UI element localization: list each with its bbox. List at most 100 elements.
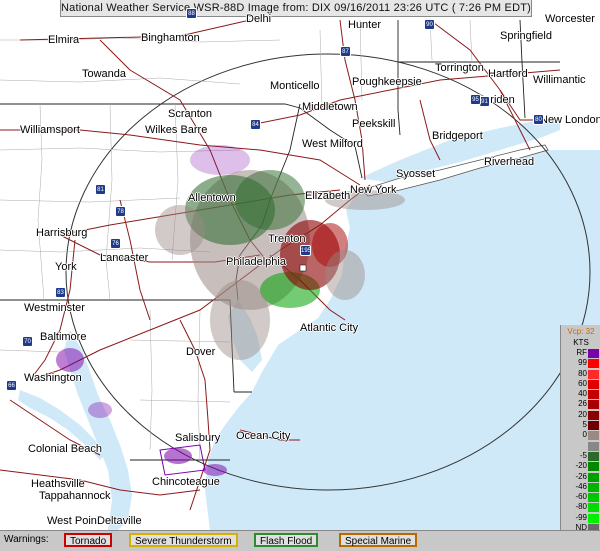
- highway-shield-icon: 70: [22, 336, 33, 347]
- place-peekskill: Peekskill: [352, 118, 396, 130]
- legend-label: -99: [575, 512, 587, 522]
- place-binghamton: Binghamton: [141, 32, 200, 44]
- warnings-bar: Warnings: Tornado Severe Thunderstorm Fl…: [0, 530, 600, 551]
- place-torrington: Torrington: [435, 62, 484, 74]
- legend-label: -5: [579, 450, 587, 460]
- legend-label: -46: [575, 481, 587, 491]
- legend-swatch: [588, 441, 599, 451]
- place-riverhead: Riverhead: [484, 156, 535, 168]
- place-harrisburg: Harrisburg: [36, 227, 88, 239]
- legend-label: -26: [575, 471, 587, 481]
- highway-shield-icon: 80: [533, 114, 544, 125]
- legend-label: 5: [582, 420, 587, 430]
- place-monticello: Monticello: [270, 80, 320, 92]
- place-willimantic: Willimantic: [533, 74, 586, 86]
- legend-label: RF: [576, 348, 587, 357]
- legend-swatch: [588, 359, 599, 369]
- place-springfield: Springfield: [500, 30, 552, 42]
- legend-row: -26: [561, 472, 600, 482]
- place-lancaster: Lancaster: [100, 252, 149, 264]
- legend-swatch: [588, 431, 599, 441]
- place-wilkes-barre: Wilkes Barre: [145, 124, 208, 136]
- place-atlantic-city: Atlantic City: [300, 322, 359, 334]
- legend-unit: KTS: [573, 338, 589, 347]
- place-tappahannock: Tappahannock: [39, 490, 111, 502]
- legend-label: -60: [575, 492, 587, 502]
- place-towanda: Towanda: [82, 68, 127, 80]
- legend-row: -80: [561, 502, 600, 513]
- place-middletown: Middletown: [302, 101, 358, 113]
- legend-row: -60: [561, 492, 600, 503]
- highway-shield-icon: 81: [95, 184, 106, 195]
- legend-row: -99: [561, 513, 600, 523]
- place-bridgeport: Bridgeport: [432, 130, 483, 142]
- legend-swatch: [588, 400, 599, 410]
- warning-flash-flood-button[interactable]: Flash Flood: [254, 533, 319, 547]
- highway-shield-icon: 83: [55, 287, 66, 298]
- place-new-york: New York: [350, 184, 397, 196]
- highway-shield-icon: 90: [424, 19, 435, 30]
- place-west-milford: West Milford: [302, 138, 363, 150]
- velocity-legend: Vcp: 32 KTS RF 99 80 60 40 26 20 5 0 -5 -20 -26 -46-…: [560, 325, 600, 545]
- place-york: York: [55, 261, 77, 273]
- warning-special-marine-button[interactable]: Special Marine: [339, 533, 418, 547]
- place-deltaville: Deltaville: [97, 515, 142, 527]
- place-philadelphia: Philadelphia: [226, 256, 286, 268]
- legend-label: -80: [575, 502, 587, 512]
- place-poughkeepsie: Poughkeepsie: [352, 76, 422, 88]
- place-elmira: Elmira: [48, 34, 80, 46]
- legend-label: 40: [578, 389, 587, 399]
- legend-swatch: [588, 369, 599, 379]
- place-colonial-beach: Colonial Beach: [28, 443, 102, 455]
- place-worcester: Worcester: [545, 13, 595, 25]
- legend-label: 20: [578, 409, 587, 419]
- legend-label: 0: [582, 430, 587, 440]
- place-williamsport: Williamsport: [20, 124, 80, 136]
- warning-severe-thunderstorm-button[interactable]: Severe Thunderstorm: [129, 533, 238, 547]
- title-bar: National Weather Service WSR-88D Image f…: [60, 0, 532, 17]
- legend-swatch: [588, 390, 599, 400]
- legend-header: Vcp: 32 KTS: [561, 325, 600, 348]
- legend-swatch: [588, 451, 599, 461]
- legend-row: 26: [561, 399, 600, 410]
- legend-swatch: [588, 472, 599, 482]
- legend-row: -20: [561, 461, 600, 472]
- place-baltimore: Baltimore: [40, 331, 87, 343]
- legend-label: 80: [578, 368, 587, 378]
- legend-row: 40: [561, 389, 600, 400]
- highway-shield-icon: 195: [300, 245, 311, 256]
- place-new-london: New London: [540, 114, 600, 126]
- place-elizabeth: Elizabeth: [305, 190, 351, 202]
- highway-shield-icon: 88: [186, 8, 197, 19]
- legend-row: 60: [561, 379, 600, 389]
- highway-shield-icon: 78: [115, 206, 126, 217]
- legend-label: 26: [578, 399, 587, 409]
- place-ocean-city: Ocean City: [236, 430, 291, 442]
- place-chincoteague: Chincoteague: [152, 476, 220, 488]
- place-salisbury: Salisbury: [175, 432, 221, 444]
- place-scranton: Scranton: [168, 108, 213, 120]
- legend-vcp: Vcp: 32: [567, 327, 595, 336]
- place-heathsville: Heathsville: [31, 478, 85, 490]
- legend-row: 5: [561, 420, 600, 431]
- legend-swatch: [588, 513, 599, 523]
- legend-label: -20: [575, 461, 587, 471]
- place-trenton: Trenton: [268, 233, 306, 245]
- place-west-point: West Point: [47, 515, 100, 527]
- legend-row: 99: [561, 358, 600, 369]
- legend-label: 99: [578, 358, 587, 368]
- highway-shield-icon: 66: [6, 380, 17, 391]
- warnings-title: Warnings:: [4, 534, 49, 545]
- legend-swatch: [588, 379, 599, 389]
- legend-swatch: [588, 482, 599, 492]
- legend-label: 60: [578, 378, 587, 388]
- legend-row: [561, 441, 600, 451]
- highway-shield-icon: 95: [470, 94, 481, 105]
- place-westminster: Westminster: [24, 302, 85, 314]
- warning-tornado-button[interactable]: Tornado: [64, 533, 113, 547]
- legend-rows: RF 99 80 60 40 26 20 5 0 -5 -20 -26 -46 -60 -80 -99 ND: [561, 348, 600, 534]
- legend-row: 20: [561, 410, 600, 420]
- legend-swatch: [588, 410, 599, 420]
- place-syosset: Syosset: [396, 168, 436, 180]
- legend-row: RF: [561, 348, 600, 358]
